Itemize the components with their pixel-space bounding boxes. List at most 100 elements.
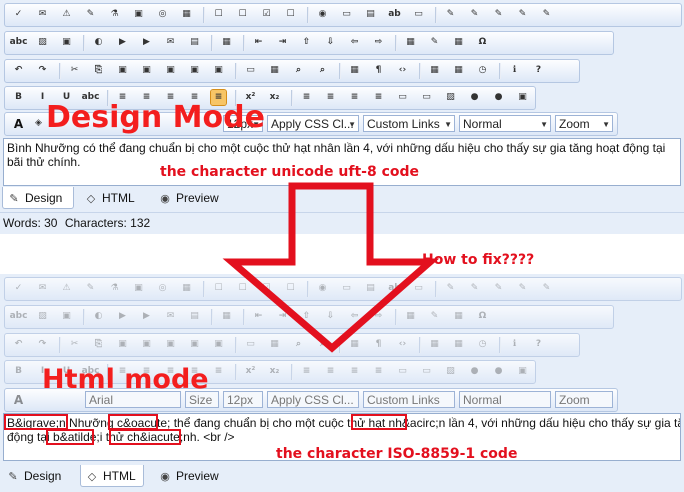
toolbar-button-icon[interactable]: ✂: [67, 63, 82, 78]
toolbar-button-icon[interactable]: ¶: [371, 63, 386, 78]
toolbar-button-icon[interactable]: ▦: [451, 35, 466, 50]
toolbar-button-icon[interactable]: ☑: [259, 7, 274, 22]
toolbar-button-icon[interactable]: ✎: [539, 7, 554, 22]
toolbar-button-icon[interactable]: ≡: [347, 90, 362, 105]
toolbar-button-icon[interactable]: ↶: [11, 63, 26, 78]
toolbar-button-icon[interactable]: ▶: [115, 35, 130, 50]
toolbar-button-icon[interactable]: ▨: [35, 35, 50, 50]
toolbar-button-icon[interactable]: ▣: [59, 35, 74, 50]
toolbar-button-icon[interactable]: ▦: [451, 63, 466, 78]
toolbar-button-icon: ✎: [446, 283, 455, 293]
toolbar-button-icon[interactable]: ▦: [427, 63, 442, 78]
toolbar-button-icon[interactable]: ⇨: [371, 35, 386, 50]
toolbar-button-icon[interactable]: ℹ: [507, 63, 522, 78]
preview-icon: ◉: [160, 193, 170, 205]
toolbar-button-icon[interactable]: ▦: [403, 35, 418, 50]
css-class-dropdown[interactable]: Apply CSS Cl... ▼: [267, 115, 359, 132]
custom-links-dropdown[interactable]: Custom Links ▼: [363, 115, 455, 132]
toolbar-button-icon[interactable]: ▭: [339, 7, 354, 22]
tab-html[interactable]: ◇ HTML: [80, 465, 144, 487]
toolbar-button-icon[interactable]: ▣: [131, 7, 146, 22]
toolbar-button-icon[interactable]: ☐: [211, 7, 226, 22]
toolbar-button-icon[interactable]: ◎: [155, 7, 170, 22]
toolbar-button-icon[interactable]: ‹›: [395, 63, 410, 78]
size-dropdown: 12px: [223, 391, 263, 408]
tab-design[interactable]: ✎ Design: [2, 465, 74, 487]
toolbar-button-icon[interactable]: ✎: [515, 7, 530, 22]
zoom-dropdown[interactable]: Zoom ▼: [555, 115, 613, 132]
toolbar-button-icon[interactable]: ⌕: [315, 63, 330, 78]
toolbar-button-icon[interactable]: ▨: [443, 90, 458, 105]
toolbar-button-icon[interactable]: ▤: [363, 7, 378, 22]
highlight-color-icon[interactable]: ◈: [31, 116, 46, 131]
toolbar-button-icon[interactable]: ✎: [443, 7, 458, 22]
toolbar-button-icon[interactable]: ▣: [515, 90, 530, 105]
mode-tabs: ✎ Design ◇ HTML ◉ Preview: [0, 187, 684, 211]
tab-design[interactable]: ✎ Design: [2, 187, 74, 209]
paragraph-dropdown[interactable]: Normal ▼: [459, 115, 551, 132]
toolbar-button-icon[interactable]: ✎: [427, 35, 442, 50]
toolbar-button-icon[interactable]: ▣: [163, 63, 178, 78]
question-note: How to fix????: [422, 252, 535, 268]
toolbar-button-icon: ¶: [375, 339, 382, 349]
toolbar-button-icon: ▣: [190, 339, 199, 349]
toolbar-button-icon[interactable]: ✎: [83, 7, 98, 22]
toolbar-button-icon[interactable]: ✎: [467, 7, 482, 22]
toolbar-button-icon[interactable]: ☐: [235, 7, 250, 22]
toolbar-button-icon[interactable]: ▭: [395, 90, 410, 105]
toolbar-button-icon: ▶: [119, 311, 126, 321]
toolbar-button-icon[interactable]: ⇦: [347, 35, 362, 50]
toolbar-button-icon[interactable]: ✉: [35, 7, 50, 22]
font-color-icon[interactable]: A: [11, 116, 26, 131]
toolbar-button-icon[interactable]: ▦: [347, 63, 362, 78]
tab-html[interactable]: ◇ HTML: [80, 187, 144, 209]
toolbar-button-icon[interactable]: ?: [531, 63, 546, 78]
toolbar-button-icon[interactable]: ⌕: [291, 63, 306, 78]
toolbar-button-icon[interactable]: ▣: [139, 63, 154, 78]
toolbar-button-icon[interactable]: ▣: [187, 63, 202, 78]
toolbar-button-icon: ≡: [302, 366, 311, 376]
toolbar-button-icon[interactable]: ≡: [371, 90, 386, 105]
toolbar-button-icon[interactable]: ▣: [115, 63, 130, 78]
toolbar-button-icon[interactable]: ▦: [179, 7, 194, 22]
toolbar-button-icon[interactable]: ▶: [139, 35, 154, 50]
toolbar-button-icon[interactable]: ▭: [411, 7, 426, 22]
toolbar-button-icon[interactable]: ◷: [475, 63, 490, 78]
toolbar-button-icon[interactable]: x₂: [267, 90, 282, 105]
toolbar-button-icon[interactable]: ☐: [283, 7, 298, 22]
toolbar-button-icon[interactable]: ▦: [267, 63, 282, 78]
toolbar-button-icon[interactable]: ▭: [419, 90, 434, 105]
toolbar-button-icon[interactable]: ⚗: [107, 7, 122, 22]
toolbar-button-icon: ☐: [238, 283, 247, 293]
toolbar-button-icon[interactable]: ab: [387, 7, 402, 22]
toolbar-button-icon[interactable]: ▦: [219, 35, 234, 50]
toolbar-button-icon[interactable]: ⇥: [275, 35, 290, 50]
toolbar-button-icon[interactable]: ⎘: [91, 63, 106, 78]
toolbar-button-icon: ≡: [214, 366, 223, 376]
toolbar-button-icon[interactable]: ≡: [299, 90, 314, 105]
toolbar-button-icon: ▤: [366, 283, 375, 293]
toolbar-button-icon[interactable]: ✓: [11, 7, 26, 22]
toolbar-button-icon[interactable]: ⇧: [299, 35, 314, 50]
toolbar-button-icon[interactable]: ✎: [491, 7, 506, 22]
toolbar-button-icon[interactable]: abc: [10, 35, 28, 50]
toolbar-button-icon[interactable]: ✉: [163, 35, 178, 50]
toolbar-button-icon[interactable]: ●: [467, 90, 482, 105]
toolbar-button-icon[interactable]: ⚠: [59, 7, 74, 22]
tab-preview[interactable]: ◉ Preview: [154, 187, 234, 209]
toolbar-button-icon[interactable]: ●: [491, 90, 506, 105]
toolbar-button-icon[interactable]: ▣: [211, 63, 226, 78]
toolbar-button-icon[interactable]: ↷: [35, 63, 50, 78]
toolbar-button-icon[interactable]: ≡: [323, 90, 338, 105]
toolbar-button-icon[interactable]: ▤: [187, 35, 202, 50]
toolbar-button-icon[interactable]: ▭: [243, 63, 258, 78]
toolbar-button-icon[interactable]: ⇩: [323, 35, 338, 50]
toolbar-button-icon[interactable]: ⇤: [251, 35, 266, 50]
tab-preview[interactable]: ◉ Preview: [154, 465, 234, 487]
toolbar-button-icon[interactable]: ◉: [315, 7, 330, 22]
toolbar-separator: [235, 63, 237, 79]
pencil-icon: ✎: [9, 193, 19, 205]
toolbar-button-icon[interactable]: Ω: [475, 35, 490, 50]
toolbar-button-icon[interactable]: ◐: [91, 35, 106, 50]
toolbar-button-icon[interactable]: B: [11, 90, 26, 105]
